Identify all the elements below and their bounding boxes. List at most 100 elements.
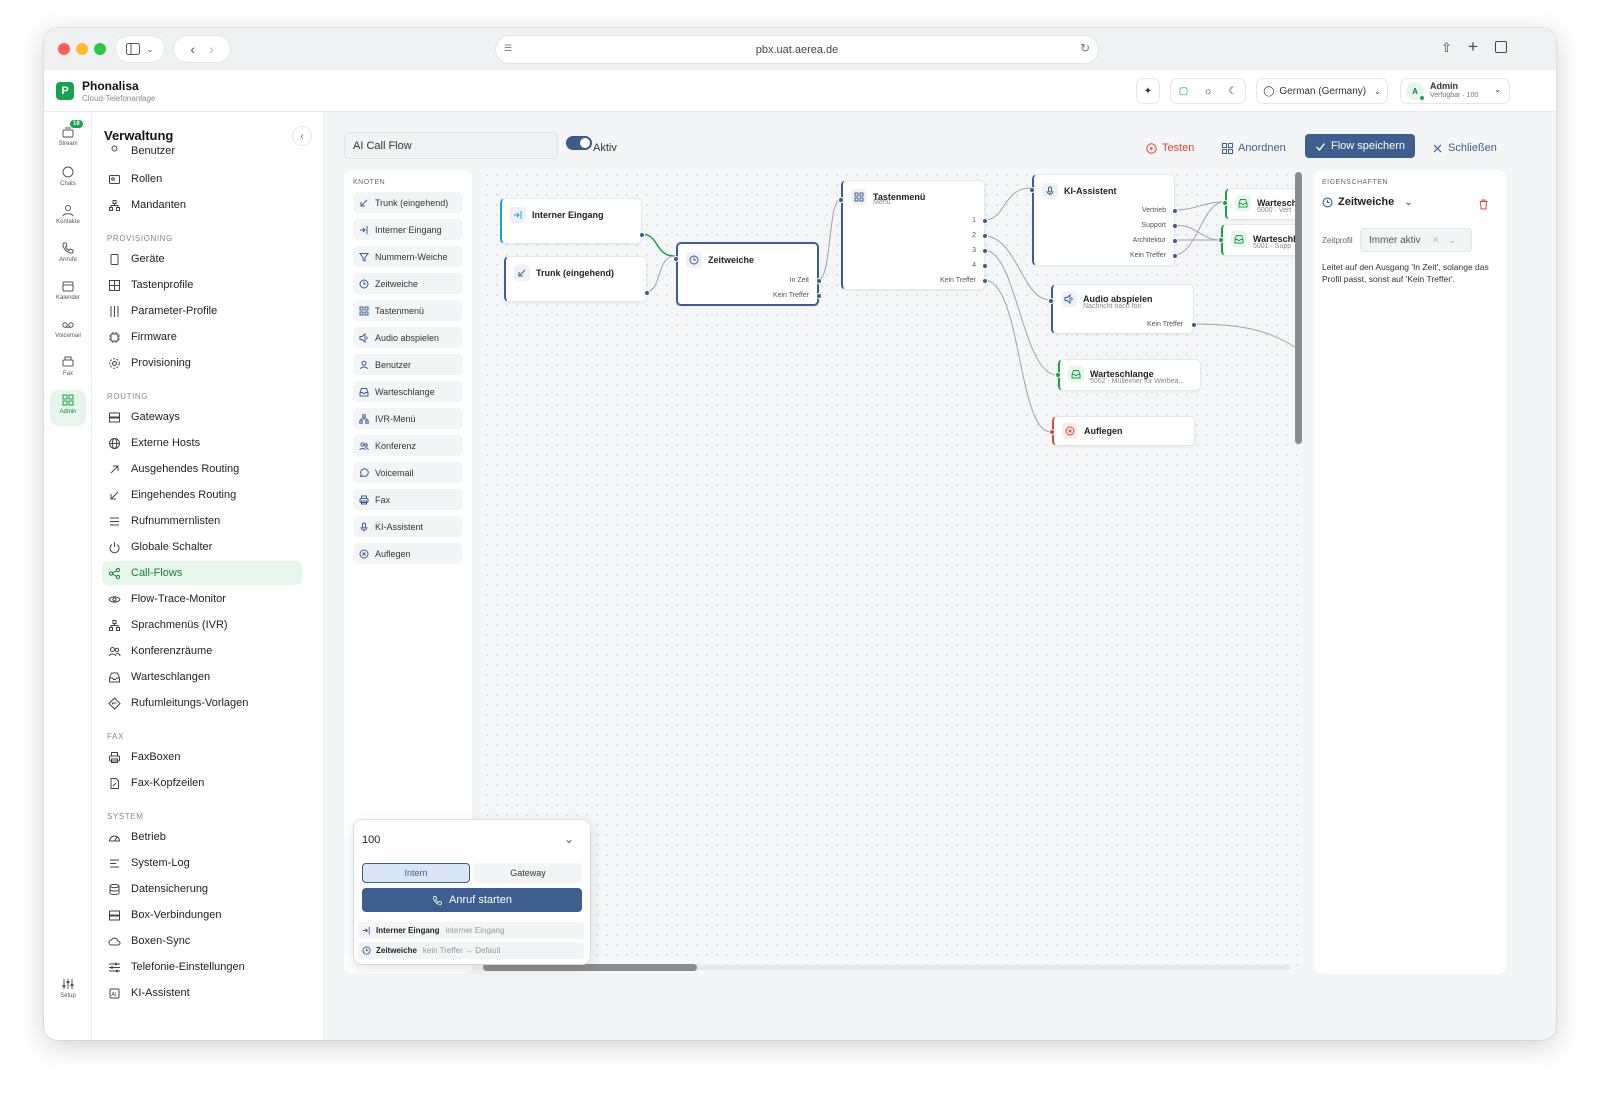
tab-gateway[interactable]: Gateway xyxy=(474,863,582,883)
input-port[interactable] xyxy=(1048,298,1054,304)
active-toggle[interactable] xyxy=(566,136,592,150)
palette-item-ivr[interactable]: IVR-Menü xyxy=(353,408,463,429)
page-settings-icon[interactable]: ☰ xyxy=(504,43,512,54)
sidebar-item-provisioning[interactable]: Provisioning xyxy=(102,351,302,375)
palette-item-internal-in[interactable]: Interner Eingang xyxy=(353,219,463,240)
rail-item-calls[interactable]: Anrufe xyxy=(50,238,86,274)
tab-intern[interactable]: Intern xyxy=(362,863,470,883)
palette-item-user[interactable]: Benutzer xyxy=(353,354,463,375)
rail-item-stream[interactable]: Stream 19 xyxy=(50,120,86,158)
maximize-window-button[interactable] xyxy=(94,43,106,55)
palette-item-key-menu[interactable]: Tastenmenü xyxy=(353,300,463,321)
node-trunk-in[interactable]: Trunk (eingehend) xyxy=(504,256,650,302)
minimize-window-button[interactable] xyxy=(76,43,88,55)
start-call-button[interactable]: Anruf starten xyxy=(362,888,582,912)
input-port[interactable] xyxy=(1218,237,1224,243)
collapse-sidebar-button[interactable]: ‹ xyxy=(292,126,312,146)
sidebar-item-konferenzraeume[interactable]: Konferenzräume xyxy=(102,639,302,663)
sidebar-item-flow-trace-monitor[interactable]: Flow-Trace-Monitor xyxy=(102,587,302,611)
moon-icon[interactable]: ☾ xyxy=(1228,86,1237,97)
rail-item-admin[interactable]: Admin xyxy=(50,390,86,426)
save-flow-button[interactable]: Flow speichern xyxy=(1305,134,1415,158)
input-port[interactable] xyxy=(673,256,679,262)
output-port[interactable] xyxy=(816,278,822,284)
sidebar-item-sprachmenues[interactable]: Sprachmenüs (IVR) xyxy=(102,613,302,637)
sidebar-item-box-verbindungen[interactable]: Box-Verbindungen xyxy=(102,903,302,927)
sidebar-item-firmware[interactable]: Firmware xyxy=(102,325,302,349)
node-queue-b[interactable]: Warteschl 5001 · Supp xyxy=(1218,224,1302,256)
sun-icon[interactable]: ☼ xyxy=(1204,86,1213,97)
sidebar-item-mandanten[interactable]: Mandanten xyxy=(102,193,302,217)
sidebar-item-rufumleitungs-vorlagen[interactable]: Rufumleitungs-Vorlagen xyxy=(102,691,302,715)
profile-select[interactable]: Immer aktiv × ⌄ xyxy=(1360,228,1472,252)
reload-icon[interactable]: ↻ xyxy=(1080,41,1090,55)
input-port[interactable] xyxy=(1055,372,1061,378)
test-number-select[interactable]: 100 ⌄ xyxy=(362,828,582,852)
node-audio[interactable]: Audio abspielen Nachricht nach ton Kein … xyxy=(1048,284,1197,334)
input-port[interactable] xyxy=(1029,187,1035,193)
output-port[interactable] xyxy=(982,278,988,284)
user-menu[interactable]: A Admin Verfügbar · 100 ⌄ xyxy=(1400,78,1510,104)
palette-item-time-switch[interactable]: Zeitweiche xyxy=(353,273,463,294)
share-icon[interactable]: ⇧ xyxy=(1441,40,1452,56)
palette-item-conference[interactable]: Konferenz xyxy=(353,435,463,456)
node-queue-a[interactable]: Wartesch 5000 · Vert xyxy=(1222,188,1302,220)
palette-item-number-switch[interactable]: Nummern-Weiche xyxy=(353,246,463,267)
palette-item-audio[interactable]: Audio abspielen xyxy=(353,327,463,348)
sidebar-item-betrieb[interactable]: Betrieb xyxy=(102,825,302,849)
sidebar-item-ausgehendes-routing[interactable]: Ausgehendes Routing xyxy=(102,457,302,481)
output-port[interactable] xyxy=(982,218,988,224)
clear-icon[interactable]: × xyxy=(1433,235,1439,246)
input-port[interactable] xyxy=(1222,200,1228,206)
close-window-button[interactable] xyxy=(58,43,70,55)
palette-item-voicemail[interactable]: Voicemail xyxy=(353,462,463,483)
sidebar-item-boxen-sync[interactable]: Boxen-Sync xyxy=(102,929,302,953)
rail-item-fax[interactable]: Fax xyxy=(50,352,86,388)
sidebar-item-eingehendes-routing[interactable]: Eingehendes Routing xyxy=(102,483,302,507)
monitor-icon[interactable]: ▢ xyxy=(1179,86,1188,97)
rail-item-voicemail[interactable]: Voicemail xyxy=(50,314,86,350)
tab-overview-icon[interactable] xyxy=(1495,41,1507,53)
sidebar-item-rollen[interactable]: Rollen xyxy=(102,167,302,191)
sidebar-item-externe-hosts[interactable]: Externe Hosts xyxy=(102,431,302,455)
canvas-horizontal-scrollbar[interactable] xyxy=(483,964,697,971)
node-internal-in[interactable]: Interner Eingang xyxy=(500,198,645,244)
flow-name-input[interactable]: AI Call Flow xyxy=(344,132,558,159)
flow-canvas[interactable]: Interner Eingang Trunk (eingehend) Zeitw… xyxy=(482,170,1302,974)
output-port[interactable] xyxy=(644,290,650,296)
output-port[interactable] xyxy=(639,232,645,238)
input-port[interactable] xyxy=(838,197,844,203)
palette-item-ai-assistant[interactable]: KI-Assistent xyxy=(353,516,463,537)
delete-node-button[interactable] xyxy=(1478,197,1489,215)
node-time-switch[interactable]: Zeitweiche In Zeit Kein Treffer xyxy=(673,242,822,306)
output-port[interactable] xyxy=(1172,223,1178,229)
close-button[interactable]: Schließen xyxy=(1432,136,1497,160)
input-port[interactable] xyxy=(1049,429,1055,435)
output-port[interactable] xyxy=(1172,238,1178,244)
sidebar-item-fax-kopfzeilen[interactable]: Fax-Kopfzeilen xyxy=(102,771,302,795)
sidebar-item-telefonie-einstellungen[interactable]: Telefonie-Einstellungen xyxy=(102,955,302,979)
arrange-button[interactable]: Anordnen xyxy=(1222,136,1286,160)
sidebar-item-system-log[interactable]: System-Log xyxy=(102,851,302,875)
canvas-vertical-scrollbar[interactable] xyxy=(1295,172,1302,444)
palette-item-trunk[interactable]: Trunk (eingehend) xyxy=(353,192,463,213)
new-tab-icon[interactable]: + xyxy=(1468,37,1478,57)
output-port[interactable] xyxy=(1172,208,1178,214)
address-bar[interactable]: ☰ pbx.uat.aerea.de ↻ xyxy=(496,36,1098,63)
output-port[interactable] xyxy=(982,233,988,239)
sidebar-item-ki-assistent[interactable]: AI KI-Assistent xyxy=(102,981,302,1005)
sidebar-item-call-flows[interactable]: Call-Flows xyxy=(102,561,302,585)
palette-item-fax[interactable]: Fax xyxy=(353,489,463,510)
sidebar-item-datensicherung[interactable]: Datensicherung xyxy=(102,877,302,901)
output-port[interactable] xyxy=(1172,253,1178,259)
sidebar-item-parameter-profile[interactable]: Parameter-Profile xyxy=(102,299,302,323)
node-hangup[interactable]: Auflegen xyxy=(1049,416,1195,446)
node-key-menu[interactable]: Tastenmenü Menü 1 2 3 4 Kein Treffer xyxy=(838,180,988,290)
palette-item-queue[interactable]: Warteschlange xyxy=(353,381,463,402)
output-port[interactable] xyxy=(982,248,988,254)
sidebar-toggle-button[interactable]: ⌄ xyxy=(116,36,164,62)
rail-item-calendar[interactable]: Kalender xyxy=(50,276,86,312)
ai-sparkle-button[interactable]: ✦ xyxy=(1136,78,1160,104)
output-port[interactable] xyxy=(816,293,822,299)
node-ai-assistant[interactable]: KI-Assistent Vertrieb Support Architektu… xyxy=(1029,174,1178,266)
